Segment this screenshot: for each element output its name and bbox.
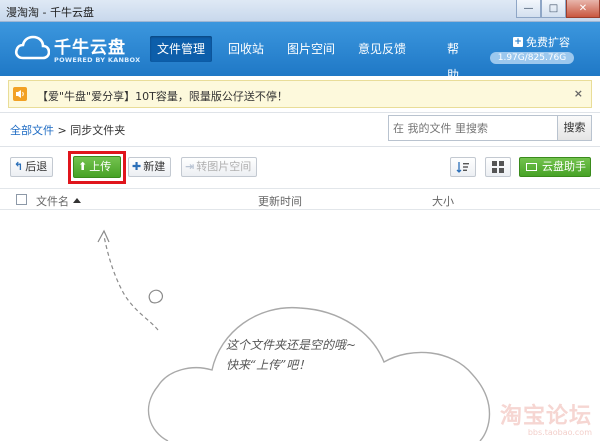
watermark-main: 淘宝论坛 — [499, 404, 592, 429]
notice-text[interactable]: 【爱"牛盘"爱分享】10T容量，限量版公仔送不停！ — [37, 88, 288, 104]
notice-close-button[interactable]: × — [574, 87, 583, 100]
window-titlebar: 漫淘淘 - 千牛云盘 — □ ✕ — [0, 0, 600, 22]
divider — [0, 146, 600, 147]
cloud-logo-icon — [14, 35, 50, 60]
app-header: 千牛云盘 POWERED BY KANBOX 文件管理 回收站 图片空间 意见反… — [0, 22, 600, 82]
nav-image-space[interactable]: 图片空间 — [280, 36, 342, 62]
search-input[interactable] — [388, 115, 558, 141]
plus-icon: ✚ — [132, 160, 142, 173]
empty-folder-message: 这个文件夹还是空的哦~ 快来“上传”吧！ — [226, 335, 356, 375]
grid-view-button[interactable] — [485, 157, 511, 177]
to-image-space-label: 转图片空间 — [196, 160, 252, 173]
column-update-time[interactable]: 更新时间 — [258, 193, 302, 209]
list-sort-icon — [456, 162, 469, 173]
back-label: 后退 — [25, 160, 48, 173]
plus-icon: + — [513, 37, 523, 47]
breadcrumb-current: 同步文件夹 — [70, 124, 126, 137]
breadcrumb-all-files[interactable]: 全部文件 — [10, 124, 54, 137]
sort-ascending-icon — [73, 198, 81, 203]
new-label: 新建 — [143, 160, 166, 173]
maximize-button[interactable]: □ — [541, 0, 566, 18]
empty-message-line2: 快来“上传”吧！ — [226, 358, 311, 372]
watermark-url: bbs.taobao.com — [527, 428, 592, 437]
monitor-icon — [526, 163, 537, 171]
breadcrumb: 全部文件 > 同步文件夹 — [10, 122, 125, 138]
close-window-button[interactable]: ✕ — [566, 0, 600, 18]
transfer-icon: ⇥ — [185, 160, 195, 173]
column-file-name-label: 文件名 — [36, 195, 69, 208]
main-nav: 文件管理 回收站 图片空间 意见反馈 帮助 — [150, 36, 459, 82]
back-button[interactable]: ↰ 后退 — [10, 157, 54, 177]
sort-view-button[interactable] — [450, 157, 476, 177]
cloud-assistant-button[interactable]: 云盘助手 — [519, 157, 591, 177]
free-expand-link[interactable]: + 免费扩容 — [513, 34, 570, 50]
minimize-button[interactable]: — — [516, 0, 541, 18]
arrow-up-icon: ⬆ — [78, 160, 88, 173]
to-image-space-button[interactable]: ⇥ 转图片空间 — [181, 157, 258, 177]
cloud-assistant-label: 云盘助手 — [542, 160, 586, 173]
logo-title: 千牛云盘 — [54, 38, 126, 58]
free-expand-label: 免费扩容 — [526, 36, 570, 49]
upload-button[interactable]: ⬆ 上传 — [73, 156, 121, 178]
storage-quota: 1.97G/825.76G — [490, 52, 574, 64]
breadcrumb-separator: > — [57, 124, 67, 137]
nav-recycle-bin[interactable]: 回收站 — [221, 36, 271, 62]
watermark: 淘宝论坛 bbs.taobao.com — [500, 398, 592, 437]
nav-feedback[interactable]: 意见反馈 — [351, 36, 413, 62]
grid-icon — [492, 161, 504, 173]
select-all-checkbox[interactable] — [16, 194, 27, 205]
back-arrow-icon: ↰ — [14, 160, 24, 173]
nav-file-management[interactable]: 文件管理 — [150, 36, 213, 62]
logo-subtitle: POWERED BY KANBOX — [54, 56, 141, 64]
divider — [0, 112, 600, 113]
window-controls: — □ ✕ — [516, 0, 600, 20]
column-file-name[interactable]: 文件名 — [36, 193, 81, 209]
app-logo: 千牛云盘 POWERED BY KANBOX — [14, 30, 154, 70]
nav-help[interactable]: 帮助 — [440, 36, 466, 82]
upload-label: 上传 — [89, 160, 112, 173]
new-folder-button[interactable]: ✚ 新建 — [128, 157, 172, 177]
window-title: 漫淘淘 - 千牛云盘 — [6, 6, 94, 19]
file-table-header: 文件名 更新时间 大小 — [0, 188, 600, 210]
speaker-icon — [13, 87, 27, 101]
search-button[interactable]: 搜索 — [558, 115, 592, 141]
column-size[interactable]: 大小 — [432, 193, 454, 209]
notice-bar: 【爱"牛盘"爱分享】10T容量，限量版公仔送不停！ × — [8, 80, 592, 108]
empty-message-line1: 这个文件夹还是空的哦~ — [226, 338, 357, 352]
